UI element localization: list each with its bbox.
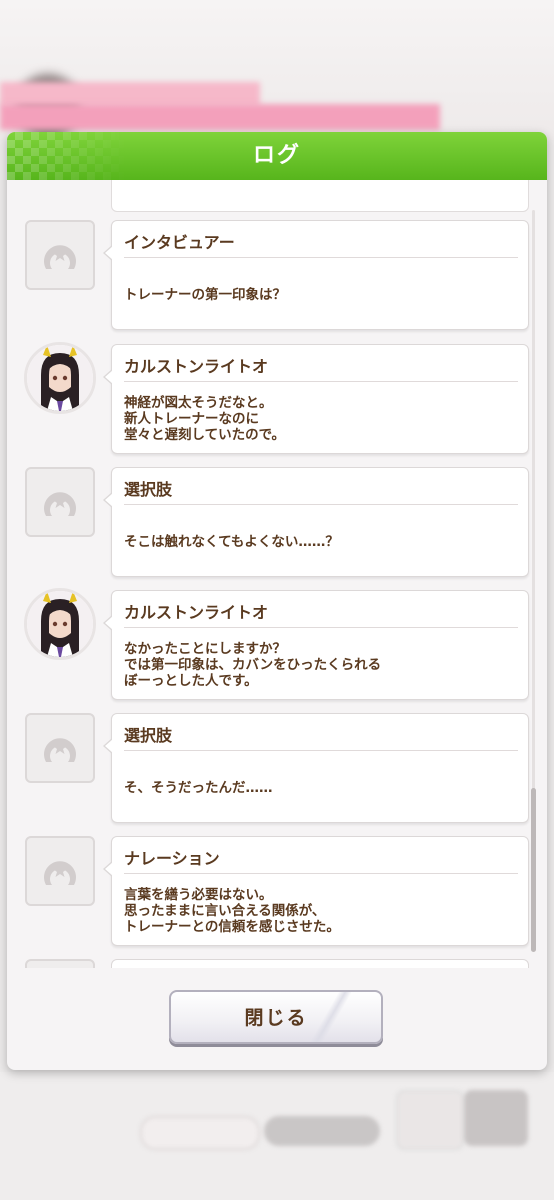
log-bubble: 選択肢 そこは触れなくてもよくない……？ — [103, 467, 529, 577]
log-entry-partial — [111, 180, 529, 212]
character-avatar — [24, 588, 96, 660]
divider — [124, 257, 518, 258]
background-menu-button — [464, 1090, 528, 1146]
divider — [124, 381, 518, 382]
placeholder-avatar-icon — [25, 836, 95, 906]
log-entry-partial — [111, 959, 529, 968]
log-bubble: カルストンライトオ なかったことにしますか？ では第一印象は、カバンをひったくら… — [103, 590, 529, 700]
log-bubble: 選択肢 そ、そうだったんだ…… — [103, 713, 529, 823]
log-text: 神経が図太そうだなと。 新人トレーナーなのに 堂々と遅刻していたので。 — [124, 395, 286, 443]
placeholder-avatar-icon — [25, 220, 95, 290]
placeholder-avatar-icon — [25, 467, 95, 537]
log-text: トレーナーの第一印象は？ — [124, 287, 286, 303]
log-entry: カルストンライトオ なかったことにしますか？ では第一印象は、カバンをひったくら… — [7, 588, 547, 702]
log-dialog: ログ インタビュアー トレーナーの第一印象は？ カルストンライトオ 神経が図太そ… — [7, 132, 547, 1070]
log-entry: インタビュアー トレーナーの第一印象は？ — [7, 220, 547, 332]
background-auto-button — [264, 1116, 380, 1146]
log-text: 言葉を繕う必要はない。 思ったままに言い合える関係が、 トレーナーとの信頼を感じ… — [124, 887, 340, 935]
close-button-label: 閉じる — [244, 1007, 308, 1029]
log-entry: 選択肢 そ、そうだったんだ…… — [7, 713, 547, 825]
divider — [124, 627, 518, 628]
speaker-name: 選択肢 — [124, 480, 173, 499]
speaker-name: 選択肢 — [124, 726, 173, 745]
divider — [124, 750, 518, 751]
log-list[interactable]: インタビュアー トレーナーの第一印象は？ カルストンライトオ 神経が図太そうだな… — [7, 180, 547, 968]
log-text: なかったことにしますか？ では第一印象は、カバンをひったくられる ぼーっとした人… — [124, 641, 382, 689]
dialog-header: ログ — [7, 132, 547, 180]
log-bubble: インタビュアー トレーナーの第一印象は？ — [103, 220, 529, 330]
log-entry: 選択肢 そこは触れなくてもよくない……？ — [7, 467, 547, 579]
background-banner — [0, 104, 440, 130]
log-bubble: ナレーション 言葉を繕う必要はない。 思ったままに言い合える関係が、 トレーナー… — [103, 836, 529, 946]
divider — [124, 873, 518, 874]
speaker-name: インタビュアー — [124, 233, 235, 252]
log-entry: カルストンライトオ 神経が図太そうだなと。 新人トレーナーなのに 堂々と遅刻して… — [7, 342, 547, 456]
log-bubble: カルストンライトオ 神経が図太そうだなと。 新人トレーナーなのに 堂々と遅刻して… — [103, 344, 529, 454]
speaker-name: カルストンライトオ — [124, 357, 269, 376]
log-text: そ、そうだったんだ…… — [124, 780, 273, 796]
log-entry: ナレーション 言葉を繕う必要はない。 思ったままに言い合える関係が、 トレーナー… — [7, 836, 547, 948]
background-banner — [0, 82, 260, 106]
background-log-button — [396, 1090, 464, 1150]
close-button[interactable]: 閉じる — [169, 990, 383, 1044]
log-text: そこは触れなくてもよくない……？ — [124, 534, 339, 550]
background-skip-button — [140, 1116, 260, 1150]
dialog-title: ログ — [252, 143, 301, 168]
scrollbar-thumb[interactable] — [531, 788, 536, 952]
divider — [124, 504, 518, 505]
log-entry-partial-avatar — [25, 959, 95, 968]
character-avatar — [24, 342, 96, 414]
speaker-name: カルストンライトオ — [124, 603, 269, 622]
placeholder-avatar-icon — [25, 713, 95, 783]
speaker-name: ナレーション — [124, 849, 220, 868]
